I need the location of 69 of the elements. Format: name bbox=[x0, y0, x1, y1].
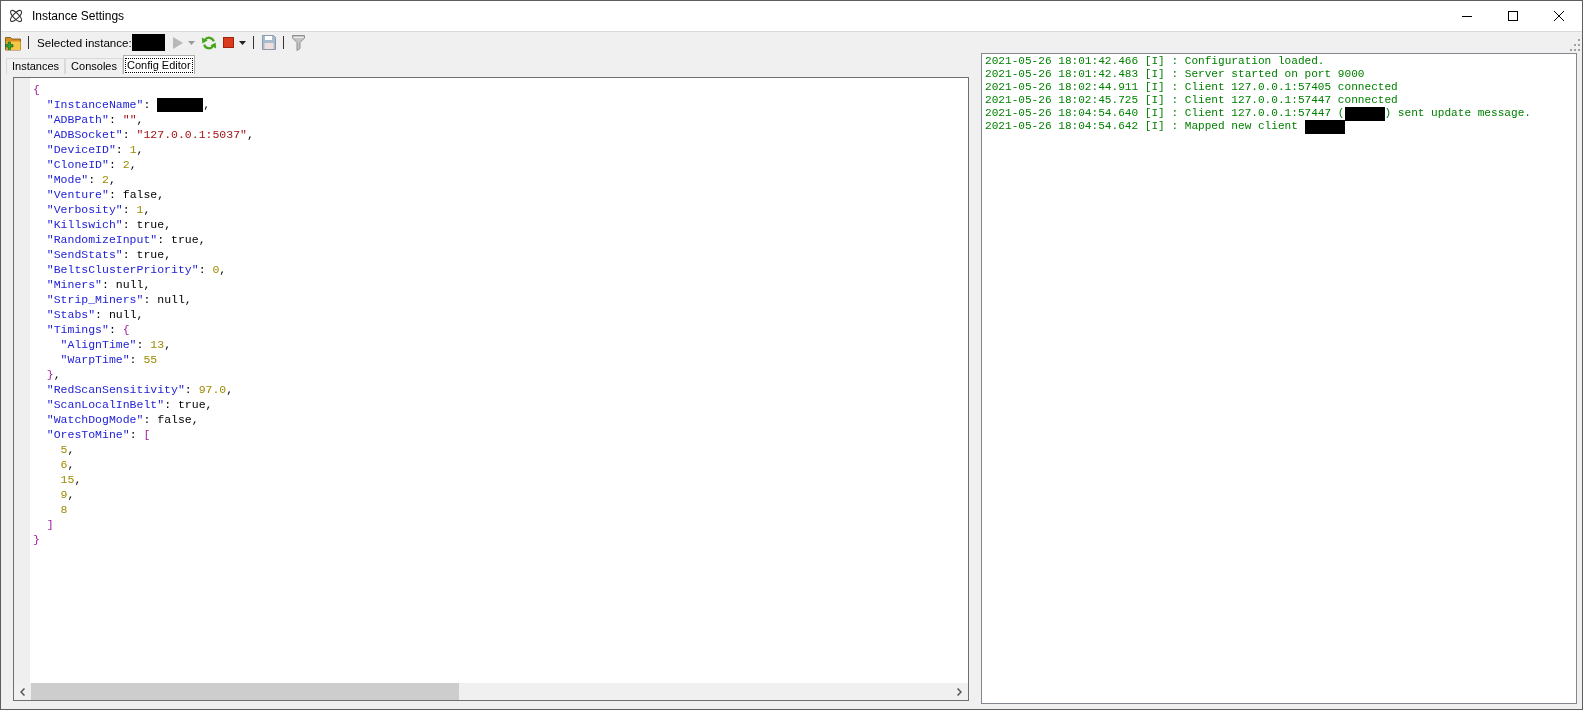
log-text: 2021-05-26 18:01:42.466 [I] : Configuration loaded. bbox=[985, 55, 1325, 68]
play-icon bbox=[172, 36, 183, 49]
dropdown-button[interactable] bbox=[238, 40, 246, 45]
code-text: }, bbox=[46, 367, 61, 382]
instance-label: Selected instance: bbox=[37, 36, 132, 49]
tab[interactable]: Config Editor bbox=[122, 55, 195, 74]
code-text: "WarpTime": 55 bbox=[60, 352, 158, 367]
tab[interactable]: Consoles bbox=[65, 58, 123, 74]
minimize-icon bbox=[1462, 15, 1472, 17]
code-text: "AlignTime": 13, bbox=[60, 337, 172, 352]
redaction-block bbox=[157, 97, 204, 112]
log-text: 2021-05-26 18:01:42.483 [I] : Server started on port 9000 bbox=[985, 68, 1365, 81]
code-text: "WatchDogMode": false, bbox=[46, 412, 199, 427]
code-text: "ADBPath": "", bbox=[46, 112, 144, 127]
tab[interactable]: Instances bbox=[6, 58, 66, 74]
code-text: 5, bbox=[60, 442, 75, 457]
code-text: "SendStats": true, bbox=[46, 247, 172, 262]
redaction-block bbox=[1304, 119, 1345, 134]
code-text: , bbox=[203, 97, 211, 112]
code-text: "RandomizeInput": true, bbox=[46, 232, 206, 247]
folder-button[interactable] bbox=[5, 34, 21, 51]
code-text: "ScanLocalInBelt": true, bbox=[46, 397, 213, 412]
caret-icon bbox=[238, 40, 246, 45]
refresh-icon bbox=[200, 34, 217, 51]
stop-icon bbox=[222, 37, 234, 48]
code-text: 9, bbox=[60, 487, 75, 502]
chevron-right-icon bbox=[957, 687, 962, 696]
code-text: "Mode": 2, bbox=[46, 172, 116, 187]
code-text: { bbox=[33, 82, 40, 97]
log-text: 2021-05-26 18:02:44.911 [I] : Client 127.0.0.1:57405 connected bbox=[985, 81, 1398, 94]
caret-icon bbox=[187, 40, 195, 45]
scrollbar-thumb[interactable] bbox=[31, 683, 459, 700]
code-text: "InstanceName": bbox=[46, 97, 152, 112]
horizontal-scrollbar[interactable] bbox=[14, 683, 968, 700]
code-text: 6, bbox=[60, 457, 75, 472]
log-text: ) sent update message. bbox=[1384, 107, 1531, 120]
code-text: "Timings": { bbox=[46, 322, 130, 337]
log-text: 2021-05-26 18:02:45.725 [I] : Client 127.0.0.1:57447 connected bbox=[985, 94, 1398, 107]
funnel-icon bbox=[291, 34, 305, 51]
code-text: "Verbosity": 1, bbox=[46, 202, 151, 217]
code-text: 8 bbox=[60, 502, 68, 517]
code-text: 15, bbox=[60, 472, 82, 487]
close-icon bbox=[1554, 11, 1564, 21]
atom-icon bbox=[8, 8, 24, 24]
code-text: "Killswich": true, bbox=[46, 217, 172, 232]
stop-button[interactable] bbox=[222, 37, 234, 48]
code-editor[interactable] bbox=[13, 77, 969, 701]
log-text: 2021-05-26 18:04:54.640 [I] : Client 127.0.0.1:57447 ( bbox=[985, 107, 1345, 120]
code-text: "Venture": false, bbox=[46, 187, 165, 202]
refresh-button[interactable] bbox=[200, 34, 217, 51]
log-text: 2021-05-26 18:04:54.642 [I] : Mapped new client bbox=[985, 120, 1299, 133]
code-text: "ADBSocket": "127.0.0.1:5037", bbox=[46, 127, 254, 142]
window-title: Instance Settings bbox=[32, 9, 125, 23]
code-text: } bbox=[33, 532, 40, 547]
chevron-left-icon bbox=[20, 687, 25, 696]
redaction-block bbox=[131, 34, 165, 51]
code-text: ] bbox=[46, 517, 54, 532]
code-text: "RedScanSensitivity": 97.0, bbox=[46, 382, 234, 397]
redaction-block bbox=[1344, 106, 1385, 121]
code-text: "BeltsClusterPriority": 0, bbox=[46, 262, 227, 277]
code-text: "Strip_Miners": null, bbox=[46, 292, 192, 307]
resize-grip-icon[interactable] bbox=[1568, 39, 1580, 51]
maximize-icon bbox=[1508, 11, 1518, 21]
code-text: "CloneID": 2, bbox=[46, 157, 137, 172]
folder-plus-icon bbox=[5, 34, 21, 51]
code-text: "Miners": null, bbox=[46, 277, 151, 292]
code-text: "DeviceID": 1, bbox=[46, 142, 144, 157]
code-text: "OresToMine": [ bbox=[46, 427, 151, 442]
code-text: "Stabs": null, bbox=[46, 307, 144, 322]
